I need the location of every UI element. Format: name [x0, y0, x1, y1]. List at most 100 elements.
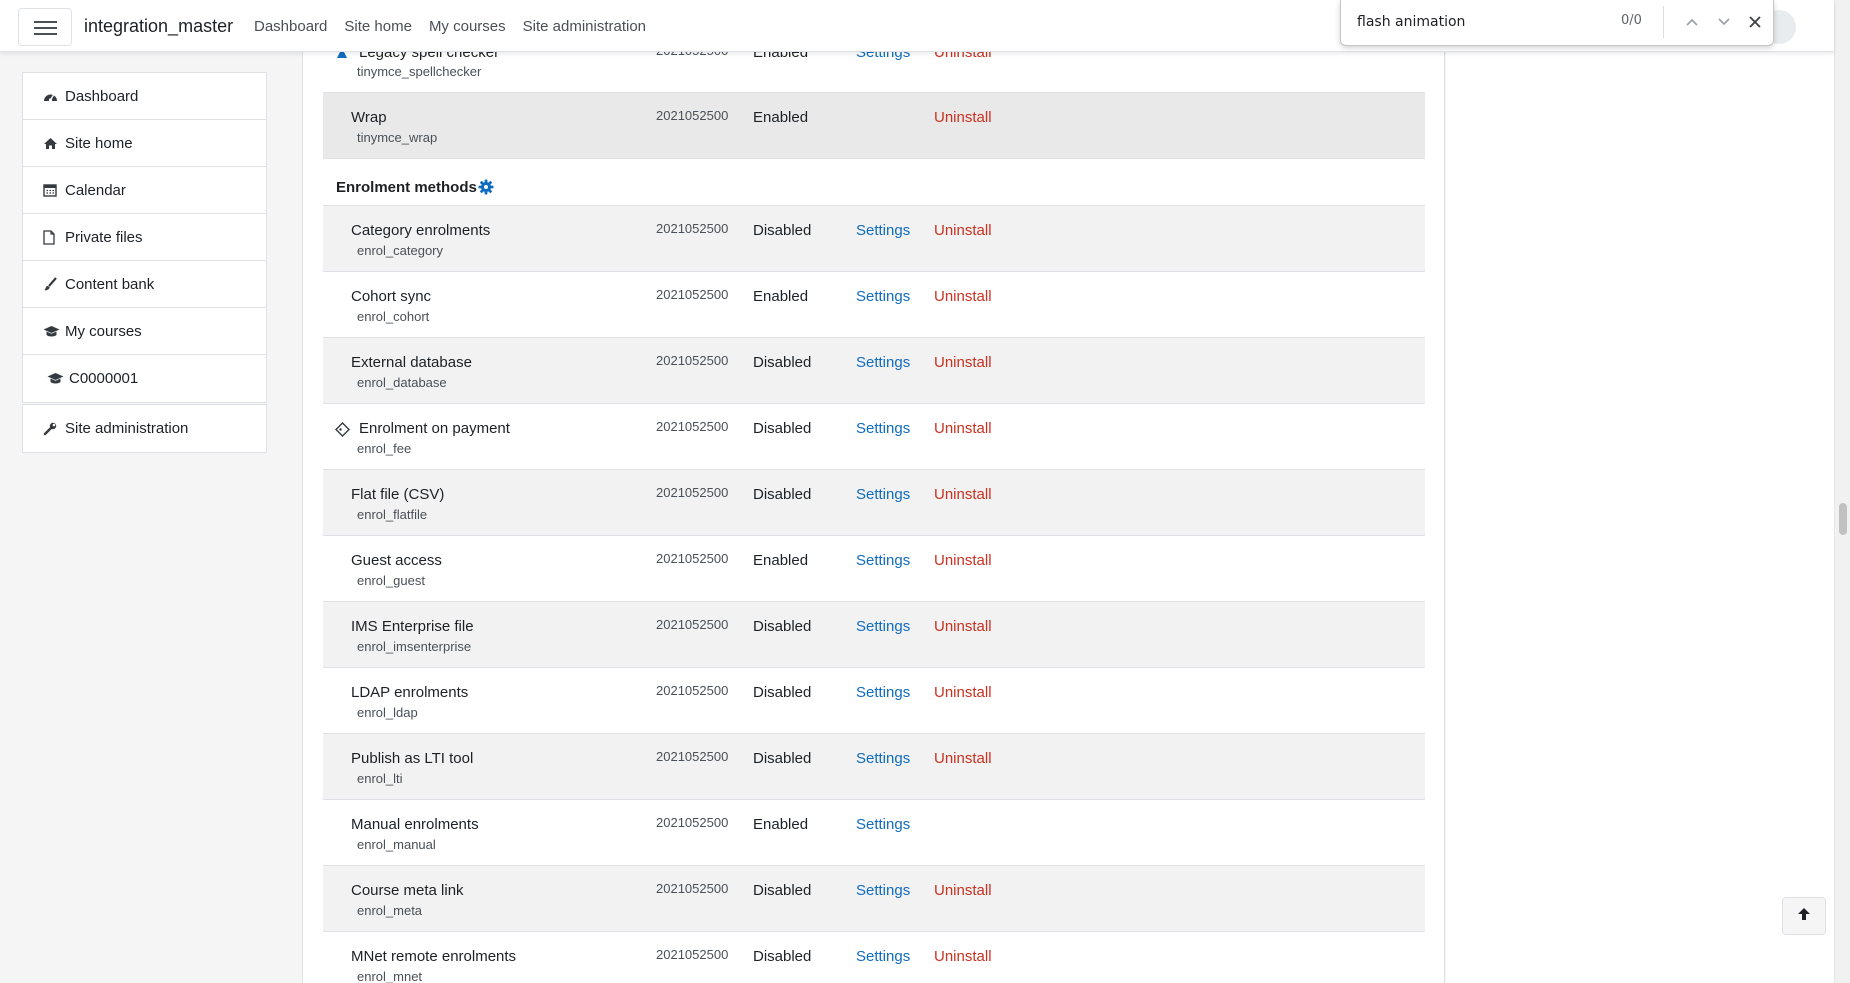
- chevron-up-icon[interactable]: [1681, 11, 1703, 33]
- plugins-table: Legacy spell checker tinymce_spellchecke…: [323, 43, 1425, 983]
- plugin-version: 2021052500: [656, 353, 729, 368]
- settings-link[interactable]: Settings: [856, 618, 910, 635]
- drawer-item-label: C0000001: [69, 370, 139, 387]
- plugin-component: enrol_manual: [357, 837, 436, 852]
- uninstall-link[interactable]: Uninstall: [934, 750, 992, 767]
- uninstall-link[interactable]: Uninstall: [934, 222, 992, 239]
- plugin-component: enrol_imsenterprise: [357, 639, 472, 654]
- drawer-item-label: Private files: [65, 228, 143, 246]
- uninstall-link[interactable]: Uninstall: [934, 288, 992, 305]
- uninstall-link[interactable]: Uninstall: [934, 882, 992, 899]
- plugin-version: 2021052500: [656, 287, 729, 302]
- settings-link[interactable]: Settings: [856, 750, 910, 767]
- plugin-version: 2021052500: [656, 485, 729, 500]
- plugin-name: Wrap: [351, 109, 387, 126]
- table-row: IMS Enterprise file enrol_imsenterprise …: [323, 602, 1425, 668]
- uninstall-link[interactable]: Uninstall: [934, 684, 992, 701]
- plugin-component: tinymce_spellchecker: [357, 64, 482, 79]
- plugin-version: 2021052500: [656, 617, 729, 632]
- hamburger-line: [34, 33, 57, 35]
- find-in-page-bar: 0/0: [1340, 0, 1774, 46]
- file-icon: [43, 229, 65, 245]
- settings-link[interactable]: Settings: [856, 882, 910, 899]
- uninstall-link[interactable]: Uninstall: [934, 354, 992, 371]
- drawer-item-label: Dashboard: [65, 87, 139, 105]
- nav-link-dashboard[interactable]: Dashboard: [254, 18, 327, 35]
- uninstall-link[interactable]: Uninstall: [934, 948, 992, 965]
- table-row: Wrap tinymce_wrap 2021052500 Enabled Uni…: [323, 93, 1425, 159]
- plugin-name: Category enrolments: [351, 222, 491, 239]
- hamburger-line: [34, 21, 57, 23]
- graduation-cap-icon: [43, 325, 65, 338]
- settings-link[interactable]: Settings: [856, 486, 910, 503]
- drawer-item-my-courses[interactable]: My courses: [23, 308, 266, 355]
- find-input[interactable]: [1357, 12, 1617, 32]
- drawer-item-content-bank[interactable]: Content bank: [23, 261, 266, 308]
- plugin-status: Disabled: [753, 420, 812, 437]
- uninstall-link[interactable]: Uninstall: [934, 618, 992, 635]
- plugin-name: Flat file (CSV): [351, 486, 445, 503]
- uninstall-link[interactable]: Uninstall: [934, 486, 992, 503]
- settings-link[interactable]: Settings: [856, 948, 910, 965]
- plugin-version: 2021052500: [656, 419, 729, 434]
- drawer-item-calendar[interactable]: Calendar: [23, 167, 266, 214]
- settings-link[interactable]: Settings: [856, 222, 910, 239]
- main-content: Legacy spell checker tinymce_spellchecke…: [302, 43, 1445, 983]
- nav-link-site-home[interactable]: Site home: [344, 18, 412, 35]
- settings-link[interactable]: Settings: [856, 288, 910, 305]
- site-name[interactable]: integration_master: [84, 16, 233, 37]
- plugin-name: Course meta link: [351, 882, 464, 899]
- settings-link[interactable]: Settings: [856, 354, 910, 371]
- plugin-component: enrol_meta: [357, 903, 423, 918]
- wrench-icon: [43, 422, 65, 436]
- plugin-status: Enabled: [753, 552, 809, 569]
- drawer-item-site-home[interactable]: Site home: [23, 120, 266, 167]
- drawer-item-course[interactable]: C0000001: [23, 355, 266, 402]
- plugin-name: Guest access: [351, 552, 442, 569]
- drawer-item-private-files[interactable]: Private files: [23, 214, 266, 261]
- page-scrollbar[interactable]: [1834, 0, 1850, 983]
- drawer-item-label: Calendar: [65, 181, 126, 199]
- table-row: Course meta link enrol_meta 2021052500 D…: [323, 866, 1425, 932]
- table-row: Publish as LTI tool enrol_lti 2021052500…: [323, 734, 1425, 800]
- find-match-count: 0/0: [1621, 13, 1642, 28]
- plugin-component: tinymce_wrap: [357, 130, 438, 145]
- plugin-status: Disabled: [753, 750, 812, 767]
- plugin-version: 2021052500: [656, 683, 729, 698]
- plugin-version: 2021052500: [656, 749, 729, 764]
- chevron-down-icon[interactable]: [1713, 11, 1735, 33]
- settings-link[interactable]: Settings: [856, 816, 910, 833]
- nav-link-my-courses[interactable]: My courses: [429, 18, 506, 35]
- plugin-name: Cohort sync: [351, 288, 432, 305]
- plugin-name: Enrolment on payment: [359, 420, 510, 437]
- gear-icon[interactable]: [478, 179, 494, 195]
- close-icon[interactable]: [1744, 11, 1766, 33]
- table-row: External database enrol_database 2021052…: [323, 338, 1425, 404]
- drawer-item-dashboard[interactable]: Dashboard: [23, 73, 266, 120]
- plugin-status: Disabled: [753, 948, 812, 965]
- plugin-status: Disabled: [753, 684, 812, 701]
- scrollbar-thumb[interactable]: [1839, 503, 1847, 535]
- settings-link[interactable]: Settings: [856, 420, 910, 437]
- drawer-toggle-button[interactable]: [18, 8, 72, 46]
- plugin-status: Enabled: [753, 109, 809, 126]
- plugin-version: 2021052500: [656, 881, 729, 896]
- back-to-top-button[interactable]: [1782, 897, 1826, 935]
- plugin-component: enrol_database: [357, 375, 447, 390]
- uninstall-link[interactable]: Uninstall: [934, 552, 992, 569]
- plugin-version: 2021052500: [656, 815, 729, 830]
- right-blank-region: [1446, 52, 1834, 983]
- drawer-item-site-administration[interactable]: Site administration: [23, 405, 266, 452]
- plugin-name: LDAP enrolments: [351, 684, 469, 701]
- uninstall-link[interactable]: Uninstall: [934, 109, 992, 126]
- table-row: Category enrolments enrol_category 20210…: [323, 206, 1425, 272]
- settings-link[interactable]: Settings: [856, 684, 910, 701]
- drawer-item-label: Site home: [65, 134, 133, 152]
- find-separator: [1663, 6, 1664, 38]
- tag-icon: [335, 422, 350, 437]
- nav-link-site-administration[interactable]: Site administration: [523, 18, 646, 35]
- plugin-status: Disabled: [753, 354, 812, 371]
- plugin-version: 2021052500: [656, 551, 729, 566]
- uninstall-link[interactable]: Uninstall: [934, 420, 992, 437]
- settings-link[interactable]: Settings: [856, 552, 910, 569]
